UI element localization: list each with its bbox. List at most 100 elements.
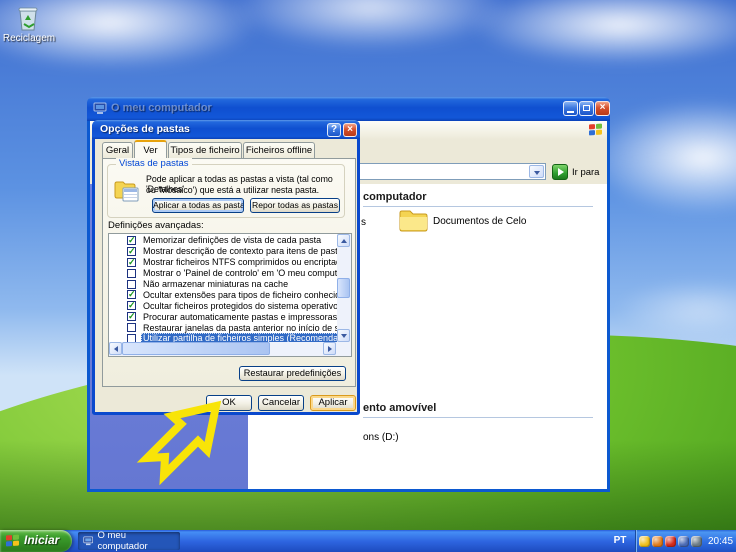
recycle-bin-desktop-item[interactable]: Reciclagem [0, 5, 58, 47]
horizontal-scroll-thumb[interactable] [122, 342, 270, 355]
system-tray: 20:45 [636, 530, 736, 552]
folder-views-group-label: Vistas de pastas [116, 158, 192, 169]
task-button-label: O meu computador [97, 530, 175, 552]
windows-logo-icon [6, 535, 19, 547]
minimize-glyph [567, 111, 574, 113]
advanced-setting-item[interactable]: ✓ Mostrar descrição de contexto para iten… [109, 246, 337, 257]
drive-item-fragment[interactable]: ons (D:) [363, 432, 399, 443]
horizontal-scrollbar[interactable] [109, 342, 337, 356]
checkbox-icon[interactable]: ✓ [127, 258, 136, 267]
folder-views-desc-line2: ou 'Mosaico') que está a utilizar nesta … [146, 185, 319, 195]
desktop[interactable]: Reciclagem O meu computador × [0, 0, 736, 552]
advanced-settings-label: Definições avançadas: [108, 220, 204, 231]
checkbox-icon[interactable]: ✓ [127, 236, 136, 245]
advanced-setting-label: Procurar automaticamente pastas e impres… [141, 312, 337, 322]
arrow-right-icon [328, 346, 332, 352]
advanced-setting-item[interactable]: ✓ Memorizar definições de vista de cada p… [109, 235, 337, 246]
folder-icon [398, 208, 429, 233]
minimize-button[interactable] [563, 101, 578, 116]
advanced-setting-label: Mostrar descrição de contexto para itens… [141, 246, 337, 256]
advanced-setting-item[interactable]: ✓ Ocultar ficheiros protegidos do sistema… [109, 300, 337, 311]
advanced-setting-item[interactable]: Restaurar janelas da pasta anterior no i… [109, 322, 337, 333]
windows-logo-icon [589, 124, 602, 136]
computer-icon [93, 102, 107, 115]
folder-views-icon [114, 179, 140, 203]
scroll-up-button[interactable] [337, 234, 350, 247]
help-button[interactable]: ? [327, 123, 341, 137]
clipped-text-fragment: s [361, 217, 366, 228]
scrollbar-corner [337, 342, 351, 356]
alert-shield-icon[interactable] [665, 536, 676, 547]
dialog-close-button[interactable]: × [343, 123, 357, 137]
checkbox-icon[interactable]: ✓ [127, 312, 136, 321]
advanced-settings-list[interactable]: ✓ Memorizar definições de vista de cada p… [108, 233, 352, 357]
tab-tipos-de-ficheiro[interactable]: Tipos de ficheiro [168, 142, 242, 159]
advanced-setting-item[interactable]: ✓ Ocultar extensões para tipos de ficheir… [109, 289, 337, 300]
go-button[interactable] [552, 164, 568, 180]
annotation-arrow-icon [124, 398, 224, 494]
maximize-button[interactable] [579, 101, 594, 116]
advanced-setting-label: Mostrar o 'Painel de controlo' em 'O meu… [141, 268, 337, 278]
reset-all-folders-button[interactable]: Repor todas as pastas [250, 198, 340, 213]
start-button-label: Iniciar [24, 533, 59, 547]
advanced-setting-item[interactable]: Mostrar o 'Painel de controlo' em 'O meu… [109, 268, 337, 279]
scroll-left-button[interactable] [109, 342, 122, 355]
dialog-titlebar[interactable]: Opções de pastas ? × [92, 120, 360, 139]
advanced-setting-label: Mostrar ficheiros NTFS comprimidos ou en… [141, 257, 337, 267]
tab-ver[interactable]: Ver [134, 140, 167, 159]
security-shield-icon[interactable] [639, 536, 650, 547]
folder-label: Documentos de Celo [433, 216, 526, 227]
checkbox-icon[interactable]: ✓ [127, 290, 136, 299]
vertical-scroll-thumb[interactable] [337, 278, 350, 298]
folder-views-groupbox: Vistas de pastas Pode aplicar a todas as… [107, 164, 345, 218]
restore-defaults-button[interactable]: Restaurar predefinições [239, 366, 346, 381]
folder-item[interactable]: Documentos de Celo [398, 208, 588, 240]
checkbox-icon[interactable]: ✓ [127, 247, 136, 256]
go-button-label: Ir para [572, 167, 599, 178]
folder-options-dialog: Opções de pastas ? × Geral Ver Tipos de … [92, 120, 360, 415]
start-button[interactable]: Iniciar [0, 530, 72, 552]
checkbox-icon[interactable]: ✓ [127, 301, 136, 310]
checkbox-icon[interactable] [127, 323, 136, 332]
wireless-network-icon[interactable] [691, 536, 702, 547]
window-title: O meu computador [111, 102, 411, 114]
group-header-fragment: computador [363, 191, 427, 203]
apply-button[interactable]: Aplicar [310, 395, 356, 411]
advanced-setting-item[interactable]: ✓ Mostrar ficheiros NTFS comprimidos ou e… [109, 257, 337, 268]
advanced-setting-label: Ocultar extensões para tipos de ficheiro… [141, 290, 337, 300]
maximize-glyph [583, 105, 590, 111]
key-icon[interactable] [652, 536, 663, 547]
advanced-setting-label: Ocultar ficheiros protegidos do sistema … [141, 301, 337, 311]
group-header-fragment: ento amovível [363, 402, 436, 414]
dialog-title: Opções de pastas [100, 123, 300, 135]
window-titlebar[interactable]: O meu computador × [87, 97, 610, 121]
advanced-setting-label: Não armazenar miniaturas na cache [141, 279, 290, 289]
taskbar-task-my-computer[interactable]: O meu computador [78, 532, 180, 550]
advanced-setting-label: Restaurar janelas da pasta anterior no i… [141, 323, 337, 333]
arrow-down-icon [341, 334, 347, 338]
go-arrow-icon [558, 168, 564, 176]
taskbar-clock[interactable]: 20:45 [708, 536, 733, 547]
scroll-right-button[interactable] [323, 342, 336, 355]
apply-to-all-folders-button[interactable]: Aplicar a todas as pastas [152, 198, 244, 213]
tab-ficheiros-offline[interactable]: Ficheiros offline [243, 142, 315, 159]
scroll-down-button[interactable] [337, 329, 350, 342]
advanced-setting-item[interactable]: Não armazenar miniaturas na cache [109, 279, 337, 290]
taskbar: Iniciar O meu computador PT 20:45 [0, 530, 736, 552]
group-divider [363, 417, 593, 418]
chevron-down-icon [534, 171, 540, 175]
messenger-icon[interactable] [678, 536, 689, 547]
advanced-setting-item[interactable]: ✓ Procurar automaticamente pastas e impre… [109, 311, 337, 322]
recycle-bin-icon [17, 5, 39, 31]
checkbox-icon[interactable] [127, 269, 136, 278]
tab-geral[interactable]: Geral [102, 142, 133, 159]
arrow-left-icon [114, 346, 118, 352]
cancel-button[interactable]: Cancelar [258, 395, 304, 411]
advanced-setting-label: Memorizar definições de vista de cada pa… [141, 235, 323, 245]
vertical-scrollbar[interactable] [337, 234, 351, 342]
recycle-bin-label: Reciclagem [0, 33, 58, 44]
language-indicator[interactable]: PT [607, 535, 633, 546]
address-dropdown-button[interactable] [529, 165, 544, 178]
close-button[interactable]: × [595, 101, 610, 116]
checkbox-icon[interactable] [127, 280, 136, 289]
